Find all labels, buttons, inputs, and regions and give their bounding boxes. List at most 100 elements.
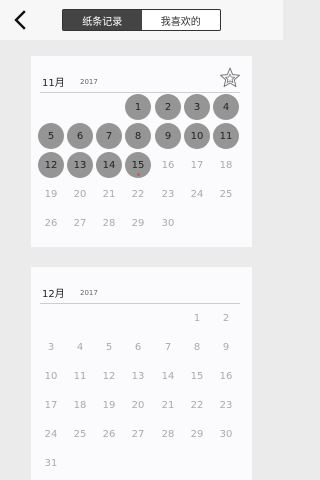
day-cell[interactable]: 14 (155, 363, 181, 389)
day-number: 25 (73, 428, 87, 440)
day-number: 7 (105, 130, 113, 142)
day-cell[interactable]: 27 (67, 210, 93, 236)
day-cell[interactable]: 21 (155, 392, 181, 418)
day-cell[interactable]: 4 (213, 94, 239, 120)
day-number: 23 (219, 399, 233, 411)
day-cell[interactable]: 1 (184, 305, 210, 331)
year-label: 2017 (80, 289, 98, 297)
day-cell[interactable]: 20 (67, 181, 93, 207)
day-cell[interactable]: 28 (96, 210, 122, 236)
day-cell[interactable]: 10 (184, 123, 210, 149)
day-cell[interactable]: 19 (96, 392, 122, 418)
day-cell[interactable]: 17 (184, 152, 210, 178)
day-cell[interactable]: 6 (125, 334, 151, 360)
day-cell[interactable]: 2 (213, 305, 239, 331)
day-cell[interactable]: 3 (38, 334, 64, 360)
day-number: 7 (164, 341, 172, 353)
day-cell[interactable]: 2 (155, 94, 181, 120)
day-cell[interactable]: 9 (213, 334, 239, 360)
day-cell[interactable]: 5 (38, 123, 64, 149)
day-number: 29 (190, 428, 204, 440)
year-label: 2017 (80, 78, 98, 86)
day-cell[interactable]: 7 (96, 123, 122, 149)
day-cell[interactable]: 27 (125, 421, 151, 447)
day-cell[interactable]: 24 (184, 181, 210, 207)
day-number: 6 (76, 130, 84, 142)
day-cell[interactable]: 26 (38, 210, 64, 236)
month-header (40, 56, 240, 93)
month-label: 11月 (42, 78, 65, 89)
chevron-left-icon[interactable] (10, 9, 32, 31)
calendar-card-november: 11月 2017 1 2 3 4 5 6 7 8 9 10 11 12 13 14 15 16 17 18 19 20… (31, 56, 252, 247)
day-cell[interactable]: 28 (155, 421, 181, 447)
day-cell[interactable]: 13 (125, 363, 151, 389)
day-cell[interactable]: 3 (184, 94, 210, 120)
day-cell[interactable]: 30 (155, 210, 181, 236)
day-number: 30 (219, 428, 233, 440)
day-cell[interactable]: 15 (184, 363, 210, 389)
day-cell[interactable]: 5 (96, 334, 122, 360)
day-cell[interactable]: 23 (155, 181, 181, 207)
day-cell[interactable]: 14 (96, 152, 122, 178)
day-cell[interactable]: 17 (38, 392, 64, 418)
day-cell[interactable]: 1 (125, 94, 151, 120)
day-cell[interactable]: 26 (96, 421, 122, 447)
day-number: 21 (102, 188, 116, 200)
day-cell[interactable]: 13 (67, 152, 93, 178)
day-cell[interactable]: 11 (213, 123, 239, 149)
day-cell[interactable]: 20 (125, 392, 151, 418)
day-cell[interactable]: 15 (125, 152, 151, 178)
day-cell[interactable]: 25 (67, 421, 93, 447)
day-cell[interactable]: 10 (38, 363, 64, 389)
day-number: 18 (219, 159, 233, 171)
day-cell[interactable]: 8 (184, 334, 210, 360)
day-cell[interactable]: 25 (213, 181, 239, 207)
day-cell[interactable]: 6 (67, 123, 93, 149)
day-cell[interactable]: 29 (184, 421, 210, 447)
day-cell[interactable]: 29 (125, 210, 151, 236)
day-cell[interactable]: 22 (184, 392, 210, 418)
tab-notes-record[interactable]: 纸条记录 (63, 10, 142, 30)
day-number: 1 (193, 312, 201, 324)
month-label: 12月 (42, 289, 65, 300)
day-cell[interactable]: 16 (155, 152, 181, 178)
day-number: 17 (190, 159, 204, 171)
day-cell[interactable]: 21 (96, 181, 122, 207)
day-number: 8 (134, 130, 142, 142)
day-number: 28 (161, 428, 175, 440)
tab-my-favorites[interactable]: 我喜欢的 (142, 10, 221, 30)
day-number: 30 (161, 217, 175, 229)
day-cell[interactable]: 12 (96, 363, 122, 389)
day-cell[interactable]: 9 (155, 123, 181, 149)
day-cell[interactable]: 11 (67, 363, 93, 389)
day-number: 6 (134, 341, 142, 353)
day-cell[interactable]: 7 (155, 334, 181, 360)
day-number: 14 (102, 159, 116, 171)
day-cell[interactable]: 30 (213, 421, 239, 447)
day-number: 16 (219, 370, 233, 382)
day-number: 3 (47, 341, 55, 353)
day-number: 5 (105, 341, 113, 353)
day-cell[interactable]: 31 (38, 450, 64, 476)
day-number: 5 (47, 130, 55, 142)
day-cell[interactable]: 18 (213, 152, 239, 178)
day-number: 12 (102, 370, 116, 382)
day-number: 25 (219, 188, 233, 200)
day-number: 21 (161, 399, 175, 411)
day-cell[interactable]: 12 (38, 152, 64, 178)
day-cell[interactable]: 19 (38, 181, 64, 207)
day-cell[interactable]: 23 (213, 392, 239, 418)
day-cell[interactable]: 22 (125, 181, 151, 207)
day-number: 11 (73, 370, 87, 382)
day-cell[interactable]: 16 (213, 363, 239, 389)
day-number: 9 (164, 130, 172, 142)
day-number: 24 (44, 428, 58, 440)
day-cell[interactable]: 18 (67, 392, 93, 418)
day-number: 10 (190, 130, 204, 142)
top-bar: 纸条记录 我喜欢的 (0, 0, 283, 40)
star-outline-icon[interactable] (218, 66, 242, 90)
day-cell[interactable]: 4 (67, 334, 93, 360)
day-cell[interactable]: 24 (38, 421, 64, 447)
day-cell[interactable]: 8 (125, 123, 151, 149)
day-number: 24 (190, 188, 204, 200)
